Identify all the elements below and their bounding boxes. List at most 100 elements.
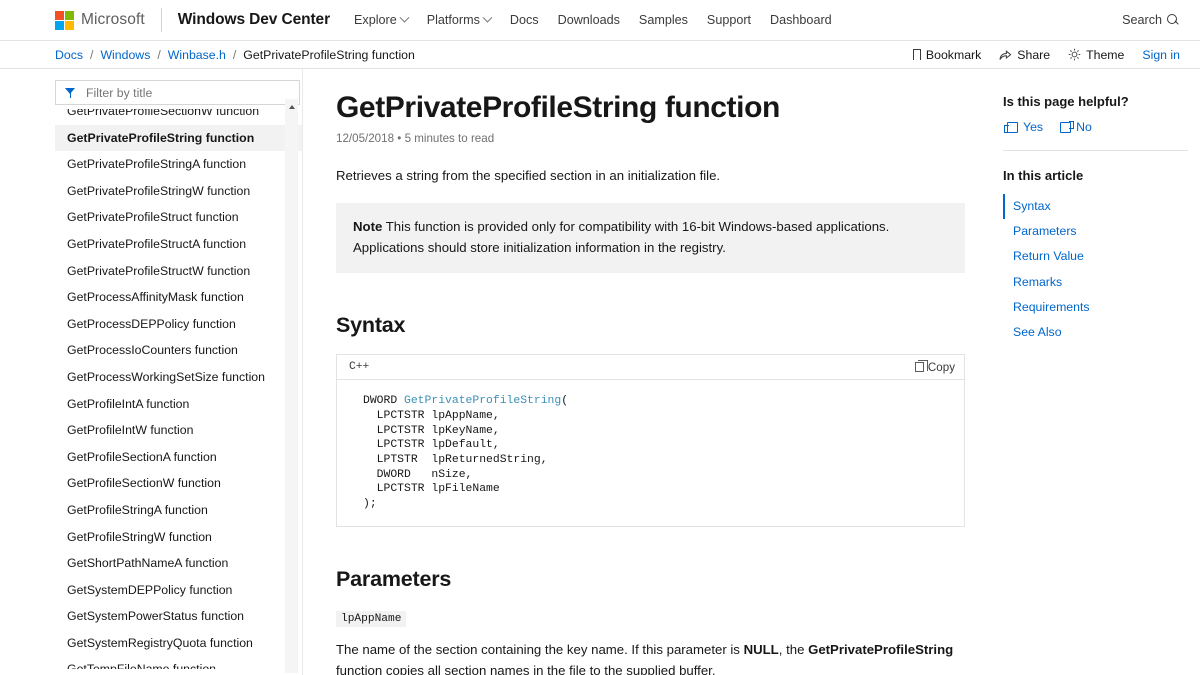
code-function-name: GetPrivateProfileString xyxy=(404,395,562,408)
note-callout: Note This function is provided only for … xyxy=(336,202,965,274)
page-title: GetPrivateProfileString function xyxy=(336,91,780,124)
global-header: Microsoft Windows Dev Center Explore Pla… xyxy=(0,0,1200,41)
sidebar-item-getprofilesectiona[interactable]: GetProfileSectionA function xyxy=(55,444,302,471)
rail-divider xyxy=(1003,150,1188,151)
bookmark-icon xyxy=(912,49,923,64)
toc-scroll-region: GetPrivateProfileSectionW function GetPr… xyxy=(55,109,302,669)
code-block-header: C++ Copy xyxy=(337,355,964,381)
article-meta: 12/05/2018 • 5 minutes to read xyxy=(336,132,965,145)
article-read-time: 5 minutes to read xyxy=(404,131,495,145)
nav-item-platforms[interactable]: Platforms xyxy=(426,12,493,27)
sidebar-scrollbar[interactable] xyxy=(285,99,298,673)
sidebar-item-getprocessaffinitymask[interactable]: GetProcessAffinityMask function xyxy=(55,284,302,311)
microsoft-wordmark: Microsoft xyxy=(81,11,145,28)
bookmark-button[interactable]: Bookmark xyxy=(912,47,982,64)
microsoft-logo[interactable]: Microsoft xyxy=(55,10,145,30)
toc-sidebar: GetPrivateProfileSectionW function GetPr… xyxy=(0,69,303,675)
sidebar-item-getprivateprofilestruct[interactable]: GetPrivateProfileStruct function xyxy=(55,204,302,231)
bookmark-label: Bookmark xyxy=(925,47,982,62)
param1-text-a: The name of the section containing the k… xyxy=(336,641,744,657)
sidebar-item-getprofilestringa[interactable]: GetProfileStringA function xyxy=(55,497,302,524)
sidebar-item-getshortpathnamea[interactable]: GetShortPathNameA function xyxy=(55,550,302,577)
sidebar-item-getprofilestringw[interactable]: GetProfileStringW function xyxy=(55,524,302,551)
sidebar-item-getprivateprofilesectionw[interactable]: GetPrivateProfileSectionW function xyxy=(55,109,302,125)
rail-link-return-value[interactable]: Return Value xyxy=(1003,244,1188,269)
feedback-buttons: Yes No xyxy=(1003,120,1188,134)
nav-item-platforms-label: Platforms xyxy=(426,13,480,27)
code-return-type: DWORD xyxy=(363,395,405,408)
meta-separator: • xyxy=(397,131,402,145)
nav-item-downloads[interactable]: Downloads xyxy=(558,13,620,27)
breadcrumb-item-winbase[interactable]: Winbase.h xyxy=(168,48,226,62)
breadcrumb-bar: Docs / Windows / Winbase.h / GetPrivateP… xyxy=(0,41,1200,69)
nav-item-explore[interactable]: Explore xyxy=(354,12,410,27)
rail-link-remarks[interactable]: Remarks xyxy=(1003,270,1188,295)
sidebar-item-getprivateprofilestring[interactable]: GetPrivateProfileString function xyxy=(55,124,302,152)
sidebar-item-gettempfilename[interactable]: GetTempFileName function xyxy=(55,656,302,669)
vote-no-label: No xyxy=(1076,120,1092,134)
site-title[interactable]: Windows Dev Center xyxy=(178,11,330,29)
nav-item-support[interactable]: Support xyxy=(707,13,751,27)
breadcrumb-separator: / xyxy=(157,47,161,62)
code-snippet: DWORD GetPrivateProfileString( LPCTSTR l… xyxy=(337,380,964,526)
rail-link-parameters[interactable]: Parameters xyxy=(1003,219,1188,244)
toc-list: GetPrivateProfileSectionW function GetPr… xyxy=(55,109,302,669)
filter-box[interactable] xyxy=(55,80,300,105)
note-label: Note xyxy=(353,218,383,234)
breadcrumb-item-windows[interactable]: Windows xyxy=(100,48,150,62)
in-this-article-heading: In this article xyxy=(1003,168,1084,183)
theme-label: Theme xyxy=(1086,47,1125,62)
param1-text-b: , the xyxy=(778,641,809,657)
copy-label: Copy xyxy=(927,360,955,374)
share-icon xyxy=(999,49,1012,60)
vote-yes-label: Yes xyxy=(1023,120,1044,134)
copy-button[interactable]: Copy xyxy=(914,360,955,374)
vote-yes-button[interactable]: Yes xyxy=(1004,120,1044,134)
parameter-name-lpappname: lpAppName xyxy=(336,610,407,627)
sidebar-item-getprivateprofilestringa[interactable]: GetPrivateProfileStringA function xyxy=(55,151,302,178)
code-signature-body: ( LPCTSTR lpAppName, LPCTSTR lpKeyName, … xyxy=(363,395,569,511)
breadcrumb-item-docs[interactable]: Docs xyxy=(55,48,83,62)
breadcrumb: Docs / Windows / Winbase.h / GetPrivateP… xyxy=(55,48,415,62)
nav-item-docs[interactable]: Docs xyxy=(510,13,539,27)
sidebar-item-getprivateprofilestructw[interactable]: GetPrivateProfileStructW function xyxy=(55,258,302,285)
rail-link-syntax[interactable]: Syntax xyxy=(1003,194,1188,220)
rail-link-see-also[interactable]: See Also xyxy=(1003,320,1188,345)
sidebar-item-getprofileinta[interactable]: GetProfileIntA function xyxy=(55,391,302,418)
sidebar-item-getsystempowerstatus[interactable]: GetSystemPowerStatus function xyxy=(55,603,302,630)
breadcrumb-current: GetPrivateProfileString function xyxy=(243,47,415,62)
share-button[interactable]: Share xyxy=(999,48,1050,62)
theme-button[interactable]: Theme xyxy=(1068,48,1124,62)
chevron-down-icon xyxy=(482,12,493,23)
sign-in-link[interactable]: Sign in xyxy=(1142,48,1180,62)
brightness-icon xyxy=(1068,48,1081,61)
search-button[interactable]: Search xyxy=(1122,13,1180,27)
nav-item-dashboard[interactable]: Dashboard xyxy=(770,13,832,27)
nav-item-samples[interactable]: Samples xyxy=(639,13,688,27)
sidebar-item-getprocessworkingsetsize[interactable]: GetProcessWorkingSetSize function xyxy=(55,364,302,391)
in-this-article-list: Syntax Parameters Return Value Remarks R… xyxy=(1003,194,1188,345)
sidebar-item-getprivateprofilestructa[interactable]: GetPrivateProfileStructA function xyxy=(55,231,302,258)
vote-no-button[interactable]: No xyxy=(1060,120,1092,134)
search-label: Search xyxy=(1122,13,1162,27)
article-content: GetPrivateProfileString function 12/05/2… xyxy=(303,69,995,675)
header-divider xyxy=(160,8,162,32)
breadcrumb-separator: / xyxy=(90,47,94,62)
rail-link-requirements[interactable]: Requirements xyxy=(1003,295,1188,320)
search-icon xyxy=(1167,13,1180,27)
sidebar-item-getprofileintw[interactable]: GetProfileIntW function xyxy=(55,417,302,444)
sidebar-item-getsystemdeppolicy[interactable]: GetSystemDEPPolicy function xyxy=(55,577,302,604)
sidebar-item-getprivateprofilestringw[interactable]: GetPrivateProfileStringW function xyxy=(55,178,302,205)
note-text: This function is provided only for compa… xyxy=(353,218,890,256)
code-language-label: C++ xyxy=(349,361,370,374)
sidebar-item-getprocessiocounters[interactable]: GetProcessIoCounters function xyxy=(55,337,302,364)
param1-text-c: function copies all section names in the… xyxy=(336,663,716,675)
code-block: C++ Copy DWORD GetPrivateProfileString( … xyxy=(336,354,965,527)
sidebar-item-getprocessdeppolicy[interactable]: GetProcessDEPPolicy function xyxy=(55,311,302,338)
sidebar-item-getprofilesectionw[interactable]: GetProfileSectionW function xyxy=(55,470,302,497)
sidebar-item-getsystemregistryquota[interactable]: GetSystemRegistryQuota function xyxy=(55,630,302,657)
section-heading-syntax: Syntax xyxy=(336,313,406,338)
filter-input[interactable] xyxy=(84,84,290,101)
breadcrumb-separator: / xyxy=(232,47,237,62)
scroll-up-arrow-icon[interactable] xyxy=(285,100,298,113)
